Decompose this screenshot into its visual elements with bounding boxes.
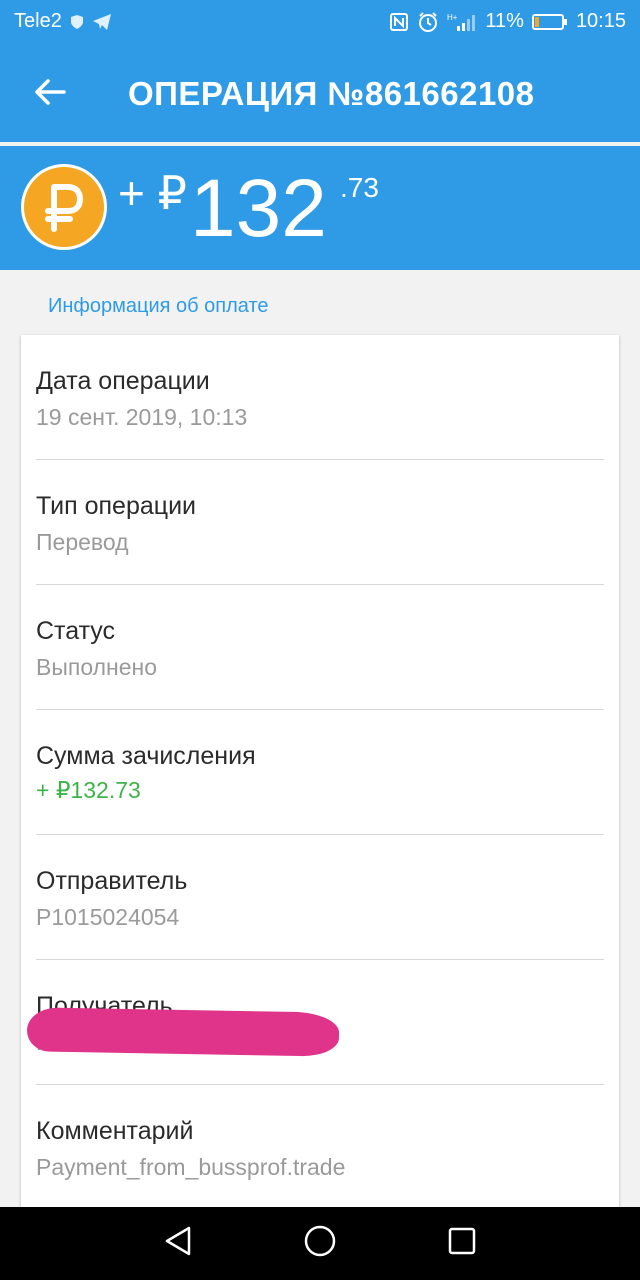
row-label: Дата операции bbox=[36, 367, 210, 395]
battery-icon bbox=[531, 13, 568, 31]
status-right: H+ 11% 10:15 bbox=[389, 10, 626, 33]
system-nav-bar bbox=[0, 1207, 640, 1280]
nfc-icon bbox=[389, 12, 409, 32]
row-status: Статус Выполнено bbox=[21, 585, 619, 710]
row-value: + ₽132.73 bbox=[36, 777, 141, 803]
alarm-icon bbox=[417, 11, 439, 33]
row-value: Выполнено bbox=[36, 654, 158, 680]
amount-banner: + ₽ 132 .73 bbox=[0, 146, 640, 270]
amount-fraction: .73 bbox=[340, 172, 379, 203]
row-label: Комментарий bbox=[36, 1117, 194, 1145]
signal-icon: H+ bbox=[447, 12, 477, 32]
arrow-left-icon bbox=[34, 78, 66, 111]
nav-recents-button[interactable] bbox=[444, 1225, 480, 1261]
row-label: Отправитель bbox=[36, 867, 188, 895]
row-value: 19 сент. 2019, 10:13 bbox=[36, 404, 248, 430]
recents-square-icon bbox=[447, 1226, 477, 1261]
row-comment: Комментарий Payment_from_bussprof.trade bbox=[21, 1085, 619, 1210]
nav-home-button[interactable] bbox=[302, 1225, 338, 1261]
row-label: Тип операции bbox=[36, 492, 197, 520]
page-title: ОПЕРАЦИЯ №861662108 bbox=[128, 75, 535, 112]
status-left: Tele2 bbox=[14, 10, 112, 33]
payment-info-card: Дата операции 19 сент. 2019, 10:13 Тип о… bbox=[21, 335, 619, 1215]
clock: 10:15 bbox=[575, 10, 626, 32]
carrier-label: Tele2 bbox=[14, 10, 62, 32]
row-operation-date: Дата операции 19 сент. 2019, 10:13 bbox=[21, 335, 619, 460]
shield-icon bbox=[70, 14, 84, 30]
back-button[interactable] bbox=[30, 74, 70, 114]
back-triangle-icon bbox=[163, 1225, 193, 1262]
telegram-icon bbox=[92, 13, 112, 31]
row-label: Сумма зачисления bbox=[36, 742, 256, 770]
row-value: Перевод bbox=[36, 529, 129, 555]
row-operation-type: Тип операции Перевод bbox=[21, 460, 619, 585]
redaction-scribble bbox=[26, 1007, 340, 1057]
screen: Tele2 H+ 11% 10:15 ОПЕРАЦИЯ №861662108 +… bbox=[0, 0, 640, 1280]
row-credit-amount: Сумма зачисления + ₽132.73 bbox=[21, 710, 619, 835]
amount-integer: 132 bbox=[190, 163, 327, 254]
row-value: P1015024054 bbox=[36, 904, 180, 930]
row-value: Payment_from_bussprof.trade bbox=[36, 1154, 346, 1180]
row-label: Статус bbox=[36, 617, 116, 645]
battery-percent: 11% bbox=[485, 10, 524, 32]
row-sender: Отправитель P1015024054 bbox=[21, 835, 619, 960]
section-title: Информация об оплате bbox=[48, 295, 269, 317]
amount-sign: + ₽ bbox=[118, 167, 187, 219]
svg-text:H+: H+ bbox=[447, 13, 458, 22]
ruble-coin-icon bbox=[21, 164, 107, 250]
app-bar: ОПЕРАЦИЯ №861662108 bbox=[0, 44, 640, 142]
row-recipient: Получатель P1 bbox=[21, 960, 619, 1085]
home-circle-icon bbox=[303, 1224, 337, 1263]
status-bar: Tele2 H+ 11% 10:15 bbox=[0, 0, 640, 44]
nav-back-button[interactable] bbox=[160, 1225, 196, 1261]
